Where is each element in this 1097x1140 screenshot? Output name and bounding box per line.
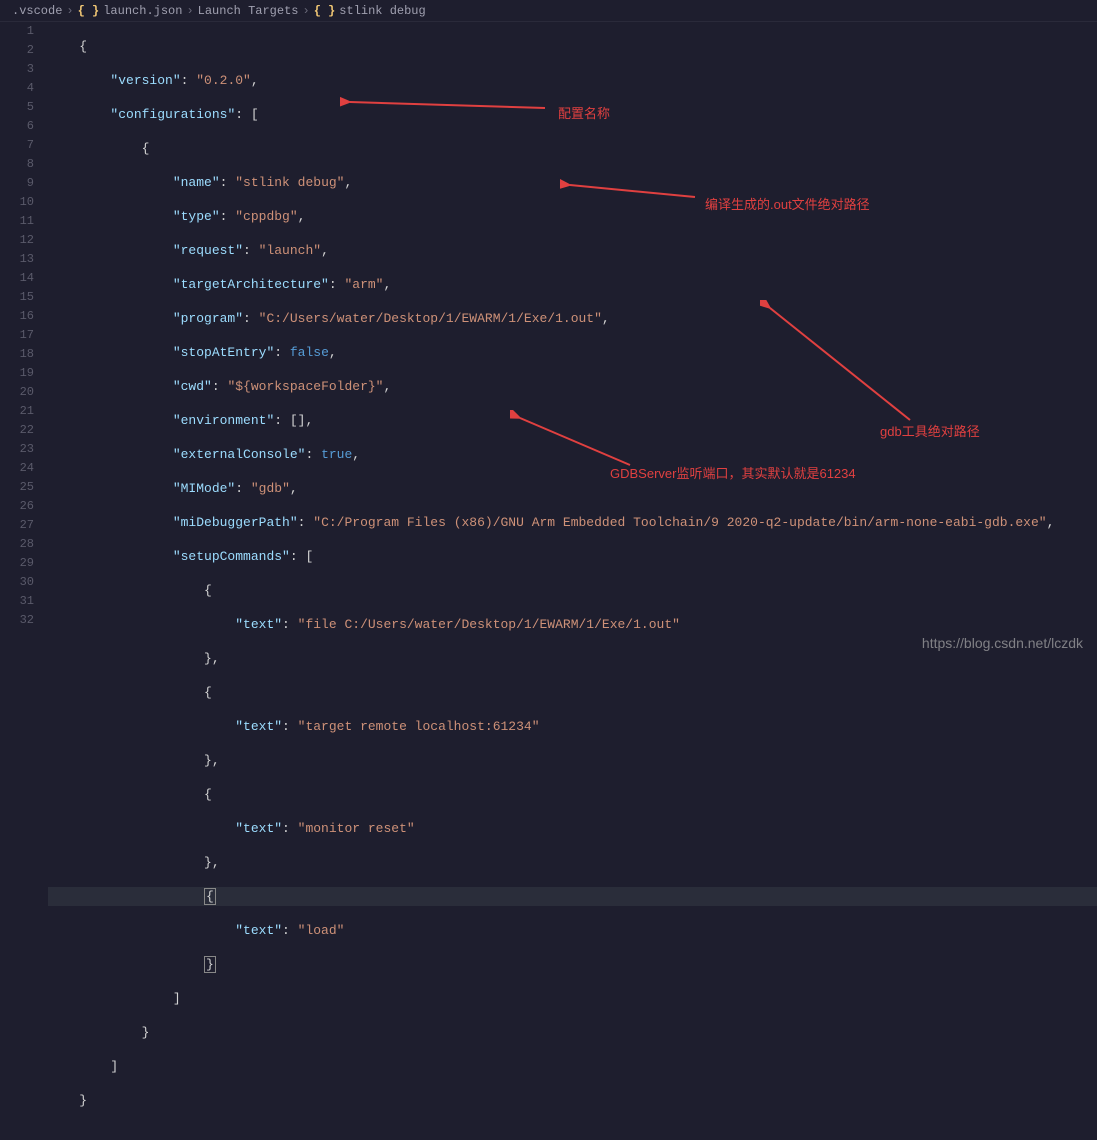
json-key: "text" [235,719,282,734]
json-key: "request" [173,243,243,258]
cursor-bracket: } [204,956,216,973]
json-bool: true [321,447,352,462]
json-key: "miDebuggerPath" [173,515,298,530]
json-icon: { } [78,4,100,18]
json-key: "text" [235,617,282,632]
json-key: "setupCommands" [173,549,290,564]
json-key: "version" [110,73,180,88]
breadcrumb-item[interactable]: stlink debug [339,4,425,18]
cursor-bracket: { [204,888,216,905]
json-string: "arm" [344,277,383,292]
json-key: "text" [235,821,282,836]
json-key: "MIMode" [173,481,235,496]
json-bool: false [290,345,329,360]
breadcrumb-folder[interactable]: .vscode [12,4,62,18]
breadcrumb-sep: › [302,4,309,18]
json-string: "launch" [259,243,321,258]
json-key: "stopAtEntry" [173,345,274,360]
json-string: "gdb" [251,481,290,496]
json-string: "file C:/Users/water/Desktop/1/EWARM/1/E… [298,617,680,632]
watermark: https://blog.csdn.net/lczdk [922,635,1083,651]
json-string: "cppdbg" [235,209,297,224]
json-key: "environment" [173,413,274,428]
json-string: "${workspaceFolder}" [227,379,383,394]
breadcrumb-sep: › [66,4,73,18]
json-key: "targetArchitecture" [173,277,329,292]
json-key: "program" [173,311,243,326]
breadcrumb-file[interactable]: launch.json [103,4,182,18]
code-content[interactable]: { "version": "0.2.0", "configurations": … [48,22,1097,659]
json-key: "configurations" [110,107,235,122]
breadcrumb-sep: › [186,4,193,18]
json-string: "C:/Users/water/Desktop/1/EWARM/1/Exe/1.… [259,311,602,326]
json-key: "name" [173,175,220,190]
json-string: "monitor reset" [298,821,415,836]
json-key: "type" [173,209,220,224]
code-editor[interactable]: 12345678910 11121314151617181920 2122232… [0,22,1097,659]
json-key: "text" [235,923,282,938]
breadcrumb[interactable]: .vscode › { } launch.json › Launch Targe… [0,0,1097,22]
json-key: "cwd" [173,379,212,394]
json-string: "C:/Program Files (x86)/GNU Arm Embedded… [313,515,1046,530]
json-string: "0.2.0" [196,73,251,88]
json-key: "externalConsole" [173,447,306,462]
json-string: "load" [298,923,345,938]
json-string: "stlink debug" [235,175,344,190]
json-icon: { } [314,4,336,18]
line-number-gutter: 12345678910 11121314151617181920 2122232… [0,22,48,659]
breadcrumb-section[interactable]: Launch Targets [198,4,299,18]
json-string: "target remote localhost:61234" [298,719,540,734]
